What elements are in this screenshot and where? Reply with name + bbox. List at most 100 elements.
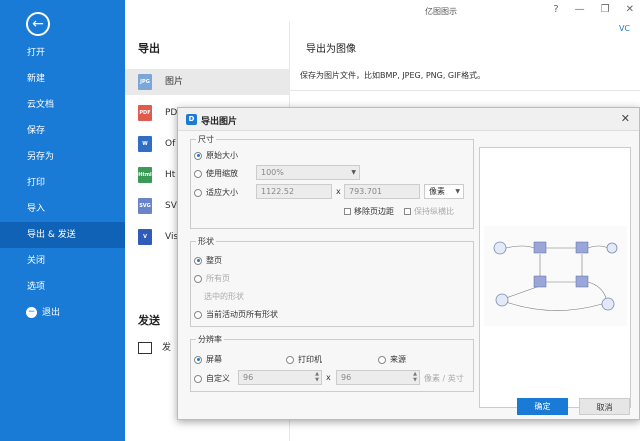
dpi-x-value: 96 bbox=[243, 373, 254, 382]
radio-icon bbox=[194, 310, 202, 319]
app-title: 亿图图示 bbox=[425, 7, 457, 16]
sidebar-item-exit[interactable]: − 退出 bbox=[0, 300, 125, 326]
use-scale-option[interactable]: 使用缩放 bbox=[194, 168, 238, 179]
app-logo-icon: D bbox=[186, 114, 197, 125]
help-icon[interactable]: ? bbox=[553, 4, 558, 15]
chevron-down-icon: ▼ bbox=[351, 169, 356, 176]
height-field[interactable]: 793.701 bbox=[344, 184, 420, 199]
screen-option[interactable]: 屏幕 bbox=[194, 354, 222, 365]
dialog-header: D 导出图片 ✕ bbox=[178, 108, 639, 131]
dpi-x-field[interactable]: 96 ▲ ▼ bbox=[238, 370, 322, 385]
dpi-y-field[interactable]: 96 ▲ ▼ bbox=[336, 370, 420, 385]
height-value: 793.701 bbox=[349, 187, 383, 196]
close-icon[interactable]: ✕ bbox=[621, 112, 630, 125]
sidebar-item-options[interactable]: 选项 bbox=[0, 274, 125, 300]
shape-group: 形状 整页 所有页 选中的形状 当前活动页所有形状 bbox=[190, 233, 474, 328]
sidebar-item-close[interactable]: 关闭 bbox=[0, 248, 125, 274]
chevron-down-icon: ▼ bbox=[455, 188, 460, 195]
jpg-file-icon: JPG bbox=[138, 74, 152, 90]
sidebar-item-print[interactable]: 打印 bbox=[0, 170, 125, 196]
option-label: 使用缩放 bbox=[206, 169, 238, 178]
sidebar: ← 打开 新建 云文档 保存 另存为 打印 导入 导出 & 发送 关闭 选项 −… bbox=[0, 0, 125, 441]
current-page-shapes-option[interactable]: 当前活动页所有形状 bbox=[194, 309, 278, 320]
option-label: 移除页边距 bbox=[354, 207, 394, 216]
sidebar-item-open[interactable]: 打开 bbox=[0, 40, 125, 66]
printer-option[interactable]: 打印机 bbox=[286, 354, 322, 365]
original-size-option[interactable]: 原始大小 bbox=[194, 150, 238, 161]
option-label: 保持纵横比 bbox=[414, 207, 454, 216]
send-title: 发送 bbox=[138, 314, 160, 327]
format-label: Ht bbox=[165, 170, 176, 180]
dialog-title: 导出图片 bbox=[201, 117, 238, 127]
custom-option[interactable]: 自定义 bbox=[194, 373, 230, 384]
scale-select[interactable]: 100% ▼ bbox=[256, 165, 360, 180]
option-label: 选中的形状 bbox=[204, 292, 244, 301]
page-option[interactable]: 整页 bbox=[194, 255, 222, 266]
radio-icon bbox=[286, 355, 294, 364]
back-arrow-icon[interactable]: ← bbox=[26, 12, 50, 36]
sidebar-item-label: 导入 bbox=[27, 204, 46, 214]
svg-file-icon: SVG bbox=[138, 198, 152, 214]
spinner-icon: ▲ ▼ bbox=[315, 371, 319, 383]
option-label: 打印机 bbox=[298, 355, 322, 364]
source-option[interactable]: 来源 bbox=[378, 354, 406, 365]
format-label: 图片 bbox=[165, 77, 184, 87]
radio-icon bbox=[194, 274, 202, 283]
sidebar-item-save-as[interactable]: 另存为 bbox=[0, 144, 125, 170]
dpi-unit-label: 像素 / 英寸 bbox=[424, 374, 464, 383]
sidebar-item-label: 保存 bbox=[27, 126, 46, 136]
all-pages-option[interactable]: 所有页 bbox=[194, 273, 230, 284]
remove-margin-checkbox[interactable]: 移除页边距 bbox=[344, 206, 394, 217]
send-email-item[interactable]: 发 bbox=[138, 340, 171, 354]
keep-ratio-checkbox[interactable]: 保持纵横比 bbox=[404, 206, 454, 217]
title-bar: 亿图图示 ? — ❐ ✕ bbox=[125, 0, 640, 22]
sidebar-item-save[interactable]: 保存 bbox=[0, 118, 125, 144]
sidebar-item-label: 新建 bbox=[27, 74, 46, 84]
send-item-label: 发 bbox=[162, 343, 172, 353]
sidebar-item-label: 导出 & 发送 bbox=[27, 230, 76, 240]
sidebar-item-cloud-docs[interactable]: 云文档 bbox=[0, 92, 125, 118]
radio-icon bbox=[378, 355, 386, 364]
group-title: 形状 bbox=[196, 236, 216, 247]
checkbox-icon bbox=[344, 208, 351, 215]
preview-diagram bbox=[484, 226, 627, 326]
divider bbox=[290, 90, 640, 91]
maximize-icon[interactable]: ❐ bbox=[601, 4, 610, 15]
cancel-button[interactable]: 取消 bbox=[579, 398, 630, 415]
export-title: 导出 bbox=[138, 42, 160, 55]
dialog-body: 尺寸 原始大小 使用缩放 100% ▼ 适应大小 1122.52 x 793.70… bbox=[178, 131, 639, 419]
sidebar-item-import[interactable]: 导入 bbox=[0, 196, 125, 222]
sidebar-item-new[interactable]: 新建 bbox=[0, 66, 125, 92]
info-title: 导出为图像 bbox=[306, 44, 356, 55]
option-label: 屏幕 bbox=[206, 355, 222, 364]
times-label: x bbox=[336, 187, 341, 196]
flowchart-thumbnail bbox=[493, 241, 618, 311]
option-label: 自定义 bbox=[206, 374, 230, 383]
format-label: PD bbox=[165, 108, 178, 118]
html-file-icon: Html bbox=[138, 167, 152, 183]
sidebar-item-export-send[interactable]: 导出 & 发送 bbox=[0, 222, 125, 248]
image-preview bbox=[479, 147, 631, 408]
sidebar-item-label: 打印 bbox=[27, 178, 46, 188]
radio-icon bbox=[194, 151, 202, 160]
selected-shapes-option[interactable]: 选中的形状 bbox=[204, 291, 244, 302]
fit-size-option[interactable]: 适应大小 bbox=[194, 187, 238, 198]
format-label: SV bbox=[165, 201, 177, 211]
size-group: 尺寸 原始大小 使用缩放 100% ▼ 适应大小 1122.52 x 793.70… bbox=[190, 131, 474, 230]
resolution-group: 分辨率 屏幕 打印机 来源 自定义 96 ▲ ▼ x 96 ▲ ▼ 像素 / 英寸 bbox=[190, 331, 474, 393]
unit-select[interactable]: 像素 ▼ bbox=[424, 184, 464, 199]
close-icon[interactable]: ✕ bbox=[626, 4, 634, 15]
sidebar-item-label: 另存为 bbox=[27, 152, 55, 162]
option-label: 所有页 bbox=[206, 274, 230, 283]
word-file-icon: W bbox=[138, 136, 152, 152]
format-item-image[interactable]: JPG 图片 bbox=[125, 69, 290, 95]
sidebar-item-label: 关闭 bbox=[27, 256, 46, 266]
format-label: Of bbox=[165, 139, 176, 149]
minimize-icon[interactable]: — bbox=[575, 4, 585, 15]
sidebar-item-label: 选项 bbox=[27, 282, 46, 292]
ok-button[interactable]: 确定 bbox=[517, 398, 568, 415]
width-field[interactable]: 1122.52 bbox=[256, 184, 332, 199]
option-label: 整页 bbox=[206, 256, 222, 265]
width-value: 1122.52 bbox=[261, 187, 295, 196]
group-title: 分辨率 bbox=[196, 334, 224, 345]
